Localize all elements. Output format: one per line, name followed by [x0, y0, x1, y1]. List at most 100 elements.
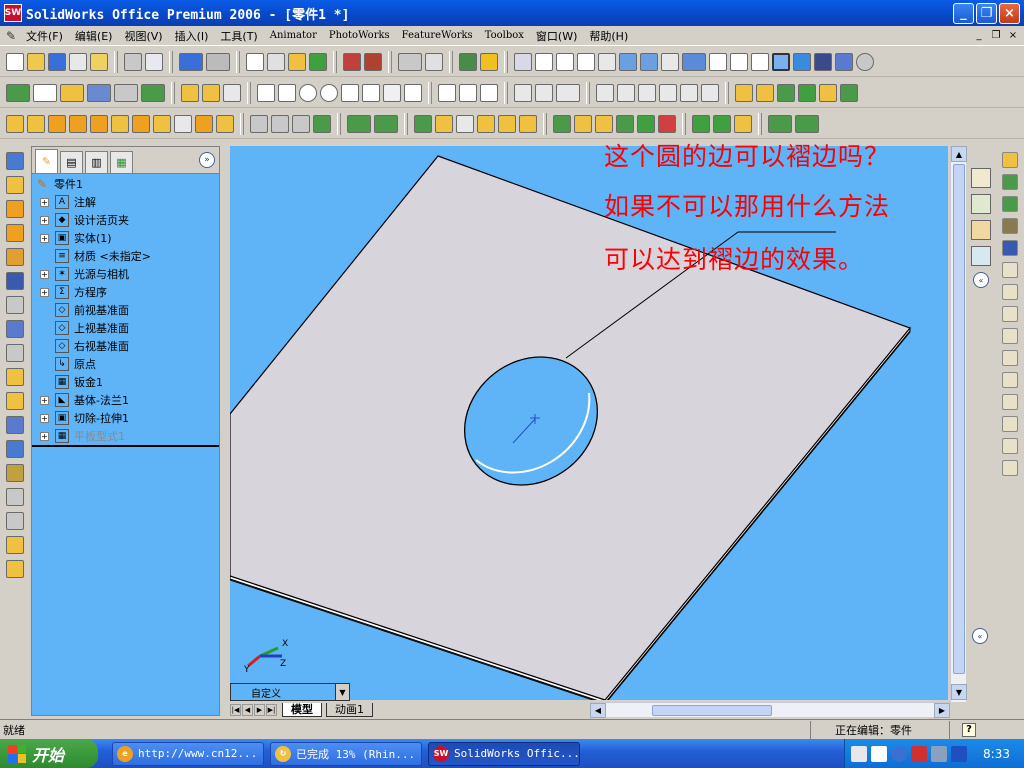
tree-node[interactable]: + ◆ 设计活页夹 [32, 211, 219, 229]
security-icon[interactable] [911, 745, 927, 762]
convert-entities-icon[interactable] [617, 83, 635, 102]
doc-restore-button[interactable]: ❐ [989, 28, 1003, 42]
extruded-cut-icon[interactable] [90, 114, 108, 133]
sheet-metal-corner-icon[interactable] [6, 464, 24, 482]
hidden-lines-removed-icon[interactable] [751, 52, 769, 71]
tree-node[interactable]: + ✶ 光源与相机 [32, 265, 219, 283]
tab-prev-icon[interactable]: ◀ [242, 703, 253, 716]
hidden-lines-visible-icon[interactable] [730, 52, 748, 71]
menu-file[interactable]: 文件(F) [20, 28, 69, 44]
horizontal-scroll-thumb[interactable] [652, 705, 772, 716]
lofted-cut-icon[interactable] [153, 114, 171, 133]
trim-icon[interactable] [556, 83, 580, 102]
tree-node[interactable]: ▦ 钣金1 [32, 373, 219, 391]
configurationmanager-tab[interactable]: ▥ [85, 151, 108, 173]
expand-plus-icon[interactable]: + [40, 269, 49, 279]
flex-icon[interactable] [519, 114, 537, 133]
centerline-icon[interactable] [404, 83, 422, 102]
file-explorer-icon[interactable] [971, 220, 991, 240]
flyout-15-icon[interactable] [1002, 460, 1018, 476]
rib-icon[interactable] [216, 114, 234, 133]
graphics-area[interactable]: Y X Z [230, 146, 948, 700]
linear-pattern-icon[interactable] [414, 114, 432, 133]
swept-boss-icon[interactable] [48, 114, 66, 133]
helix-icon[interactable] [374, 114, 398, 133]
flyout-6-icon[interactable] [1002, 262, 1018, 278]
collapse-tray-icon[interactable] [891, 745, 907, 762]
flyout-5-icon[interactable] [1002, 240, 1018, 256]
home-icon[interactable] [971, 168, 991, 188]
reference-geometry-icon[interactable] [6, 83, 30, 102]
smart-dimension-icon[interactable] [33, 83, 57, 102]
perimeter-circle-icon[interactable] [320, 83, 338, 102]
fold-icon[interactable] [574, 114, 592, 133]
tree-node[interactable]: ↳ 原点 [32, 355, 219, 373]
select-arrow-icon[interactable] [246, 52, 264, 71]
menu-photoworks[interactable]: PhotoWorks [323, 30, 396, 41]
sketch-fillet-icon[interactable] [383, 83, 401, 102]
coordinate-system-icon[interactable] [114, 83, 138, 102]
wireframe-icon[interactable] [709, 52, 727, 71]
circular-pattern-icon[interactable] [435, 114, 453, 133]
3d-sketch-icon[interactable] [202, 83, 220, 102]
tree-node[interactable]: + A 注解 [32, 193, 219, 211]
sketch-point-icon[interactable] [459, 83, 477, 102]
sheet-metal-flat-icon[interactable] [6, 512, 24, 530]
break-corner-icon[interactable] [713, 114, 731, 133]
vertical-scrollbar[interactable]: ▲ ▼ [950, 146, 967, 702]
centerpoint-arc-icon[interactable] [362, 83, 380, 102]
doc-minimize-button[interactable]: _ [972, 28, 986, 42]
collapse-right-toolbar-icon[interactable]: « [972, 628, 988, 644]
tree-node[interactable]: + ▣ 实体(1) [32, 229, 219, 247]
tree-node[interactable]: + ▣ 切除-拉伸1 [32, 409, 219, 427]
sketch-icon[interactable] [288, 52, 306, 71]
flyout-7-icon[interactable] [1002, 284, 1018, 300]
sketch-text-icon[interactable] [480, 83, 498, 102]
select-other-icon[interactable] [267, 52, 285, 71]
point-icon[interactable] [141, 83, 165, 102]
forming-tool-icon[interactable] [658, 114, 676, 133]
save-icon[interactable] [48, 52, 66, 71]
menu-featureworks[interactable]: FeatureWorks [396, 30, 479, 41]
no-bends-icon[interactable] [616, 114, 634, 133]
flyout-14-icon[interactable] [1002, 438, 1018, 454]
rotate-entities-icon[interactable] [659, 83, 677, 102]
keyboard-icon[interactable] [851, 745, 867, 762]
taskbar-task[interactable]: ↻ 已完成 13% (Rhin... [270, 741, 422, 766]
media-icon[interactable] [951, 745, 967, 762]
miter-flange-icon[interactable] [777, 83, 795, 102]
tree-root[interactable]: ✎ 零件1 [32, 175, 219, 193]
chevron-down-icon[interactable]: ▼ [335, 684, 349, 700]
network-icon[interactable] [931, 745, 947, 762]
print-preview-icon[interactable] [145, 52, 163, 71]
tab-model[interactable]: 模型 [282, 702, 322, 717]
view-palette-icon[interactable] [971, 246, 991, 266]
flyout-2-icon[interactable] [1002, 174, 1018, 190]
sheet-metal-vent-icon[interactable] [6, 488, 24, 506]
document-menu-icon[interactable]: ✎ [2, 28, 20, 44]
print-icon[interactable] [124, 52, 142, 71]
sketched-bend-icon[interactable] [840, 83, 858, 102]
new-document-icon[interactable] [6, 52, 24, 71]
menu-window[interactable]: 窗口(W) [530, 28, 583, 44]
sketch-edit-icon[interactable] [181, 83, 199, 102]
collapse-left-icon[interactable]: « [973, 272, 989, 288]
tree-node[interactable]: ≡ 材质 <未指定> [32, 247, 219, 265]
sheet-metal-hem-icon[interactable] [6, 248, 24, 266]
tangent-arc-icon[interactable] [341, 83, 359, 102]
sheet-metal-rip-icon[interactable] [6, 416, 24, 434]
tab-last-icon[interactable]: ▶| [266, 703, 277, 716]
zoom-selection-icon[interactable] [598, 52, 616, 71]
revolved-boss-icon[interactable] [27, 114, 45, 133]
line-icon[interactable] [257, 83, 275, 102]
scroll-up-button[interactable]: ▲ [951, 146, 967, 162]
flyout-11-icon[interactable] [1002, 372, 1018, 388]
extruded-boss-icon[interactable] [6, 114, 24, 133]
material-icon[interactable] [364, 52, 382, 71]
hole-icon[interactable] [292, 114, 310, 133]
expand-plus-icon[interactable]: + [40, 233, 49, 243]
expand-plus-icon[interactable]: + [40, 395, 49, 405]
flyout-12-icon[interactable] [1002, 394, 1018, 410]
dome-icon[interactable] [313, 114, 331, 133]
options-icon[interactable] [459, 52, 477, 71]
